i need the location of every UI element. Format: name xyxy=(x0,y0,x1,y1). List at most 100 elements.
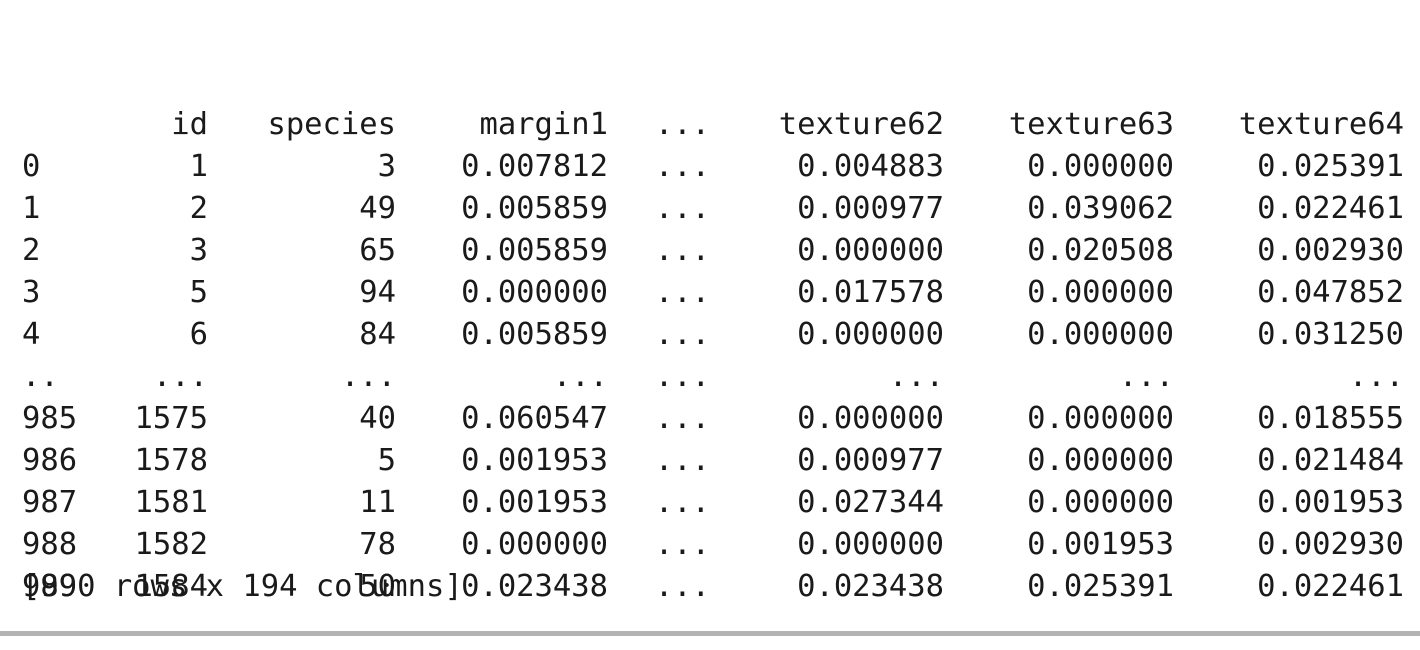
cell-species: 5 xyxy=(377,443,396,478)
cell-texture63: 0.000000 xyxy=(1027,275,1174,310)
cell-texture63: 0.000000 xyxy=(1027,401,1174,436)
cell-index: 4 xyxy=(22,317,41,352)
cell-index: 987 xyxy=(22,485,78,520)
cell-ellipsis: ... xyxy=(654,443,710,478)
cell-texture62: 0.023438 xyxy=(797,569,944,604)
cell-margin1: 0.005859 xyxy=(461,317,608,352)
cell-id: 2 xyxy=(189,191,208,226)
cell-texture63: 0.000000 xyxy=(1027,317,1174,352)
cell-texture62: 0.027344 xyxy=(797,485,944,520)
cell-id: 1575 xyxy=(134,401,208,436)
table-body: 0 1 3 0.007812... 0.004883 0.000000 0.025391 1 2… xyxy=(22,146,1404,608)
cell-id: 6 xyxy=(189,317,208,352)
table-row: 4 6 84 0.005859... 0.000000 0.000000 0.031250 xyxy=(22,314,1404,356)
cell-texture63: ... xyxy=(1118,359,1174,394)
output-bottom-border xyxy=(0,631,1420,636)
cell-species: ... xyxy=(340,359,396,394)
table-row: 986 1578 5 0.001953... 0.000977 0.000000 0.021… xyxy=(22,440,1404,482)
cell-texture62: 0.000977 xyxy=(797,191,944,226)
cell-texture64: 0.001953 xyxy=(1257,485,1404,520)
cell-texture64: 0.025391 xyxy=(1257,149,1404,184)
cell-id: 1582 xyxy=(134,527,208,562)
cell-id: 3 xyxy=(189,233,208,268)
cell-texture64: 0.031250 xyxy=(1257,317,1404,352)
cell-texture63: 0.039062 xyxy=(1027,191,1174,226)
cell-texture62: 0.000000 xyxy=(797,233,944,268)
cell-species: 94 xyxy=(359,275,396,310)
cell-index: 988 xyxy=(22,527,78,562)
column-header-species: species xyxy=(267,107,396,142)
cell-species: 49 xyxy=(359,191,396,226)
cell-species: 84 xyxy=(359,317,396,352)
table-row: 988 1582 78 0.000000... 0.000000 0.001953 0.00… xyxy=(22,524,1404,566)
dataframe-table: id species margin1 ... texture62 texture… xyxy=(22,104,1404,608)
cell-ellipsis: ... xyxy=(654,149,710,184)
cell-margin1: 0.005859 xyxy=(461,233,608,268)
cell-index: 0 xyxy=(22,149,41,184)
cell-texture64: 0.002930 xyxy=(1257,527,1404,562)
cell-id: 1 xyxy=(189,149,208,184)
cell-texture64: 0.002930 xyxy=(1257,233,1404,268)
column-header-ellipsis: ... xyxy=(654,107,710,142)
cell-index: 2 xyxy=(22,233,41,268)
header-row: id species margin1 ... texture62 texture… xyxy=(22,104,1404,146)
cell-species: 65 xyxy=(359,233,396,268)
table-row: ....................... xyxy=(22,356,1404,398)
cell-index: 3 xyxy=(22,275,41,310)
table-row: 2 3 65 0.005859... 0.000000 0.020508 0.002930 xyxy=(22,230,1404,272)
cell-species: 78 xyxy=(359,527,396,562)
cell-id: 5 xyxy=(189,275,208,310)
column-header-index xyxy=(22,104,112,146)
column-header-id: id xyxy=(171,107,208,142)
cell-margin1: 0.007812 xyxy=(461,149,608,184)
dataframe-output: id species margin1 ... texture62 texture… xyxy=(22,20,1404,650)
cell-ellipsis: ... xyxy=(654,569,710,604)
cell-id: 1578 xyxy=(134,443,208,478)
cell-margin1: 0.000000 xyxy=(461,527,608,562)
cell-texture64: 0.021484 xyxy=(1257,443,1404,478)
cell-texture62: 0.000977 xyxy=(797,443,944,478)
cell-ellipsis: ... xyxy=(654,401,710,436)
cell-ellipsis: ... xyxy=(654,275,710,310)
cell-species: 40 xyxy=(359,401,396,436)
cell-texture64: ... xyxy=(1348,359,1404,394)
cell-species: 3 xyxy=(377,149,396,184)
cell-margin1: 0.005859 xyxy=(461,191,608,226)
cell-margin1: 0.001953 xyxy=(461,485,608,520)
cell-texture64: 0.022461 xyxy=(1257,191,1404,226)
table-row: 3 5 94 0.000000... 0.017578 0.000000 0.047852 xyxy=(22,272,1404,314)
table-row: 0 1 3 0.007812... 0.004883 0.000000 0.025391 xyxy=(22,146,1404,188)
cell-margin1: 0.001953 xyxy=(461,443,608,478)
cell-index: .. xyxy=(22,359,59,394)
cell-index: 1 xyxy=(22,191,41,226)
column-header-texture63: texture63 xyxy=(1008,107,1174,142)
cell-texture63: 0.000000 xyxy=(1027,485,1174,520)
column-header-texture62: texture62 xyxy=(778,107,944,142)
cell-texture63: 0.001953 xyxy=(1027,527,1174,562)
column-header-margin1: margin1 xyxy=(479,107,608,142)
cell-species: 11 xyxy=(359,485,396,520)
table-row: 1 2 49 0.005859... 0.000977 0.039062 0.022461 xyxy=(22,188,1404,230)
cell-margin1: ... xyxy=(552,359,608,394)
cell-texture62: 0.000000 xyxy=(797,527,944,562)
table-row: 985 1575 40 0.060547... 0.000000 0.000000 0.01… xyxy=(22,398,1404,440)
cell-ellipsis: ... xyxy=(654,233,710,268)
cell-id: ... xyxy=(152,359,208,394)
cell-texture64: 0.018555 xyxy=(1257,401,1404,436)
cell-margin1: 0.000000 xyxy=(461,275,608,310)
cell-ellipsis: ... xyxy=(654,485,710,520)
cell-texture62: 0.004883 xyxy=(797,149,944,184)
column-header-texture64: texture64 xyxy=(1238,107,1404,142)
table-row: 987 1581 11 0.001953... 0.027344 0.000000 0.00… xyxy=(22,482,1404,524)
cell-margin1: 0.060547 xyxy=(461,401,608,436)
cell-ellipsis: ... xyxy=(654,359,710,394)
cell-texture64: 0.022461 xyxy=(1257,569,1404,604)
cell-texture63: 0.000000 xyxy=(1027,443,1174,478)
cell-texture63: 0.020508 xyxy=(1027,233,1174,268)
cell-id: 1581 xyxy=(134,485,208,520)
cell-ellipsis: ... xyxy=(654,317,710,352)
cell-ellipsis: ... xyxy=(654,527,710,562)
cell-texture62: 0.000000 xyxy=(797,401,944,436)
cell-ellipsis: ... xyxy=(654,191,710,226)
cell-texture64: 0.047852 xyxy=(1257,275,1404,310)
